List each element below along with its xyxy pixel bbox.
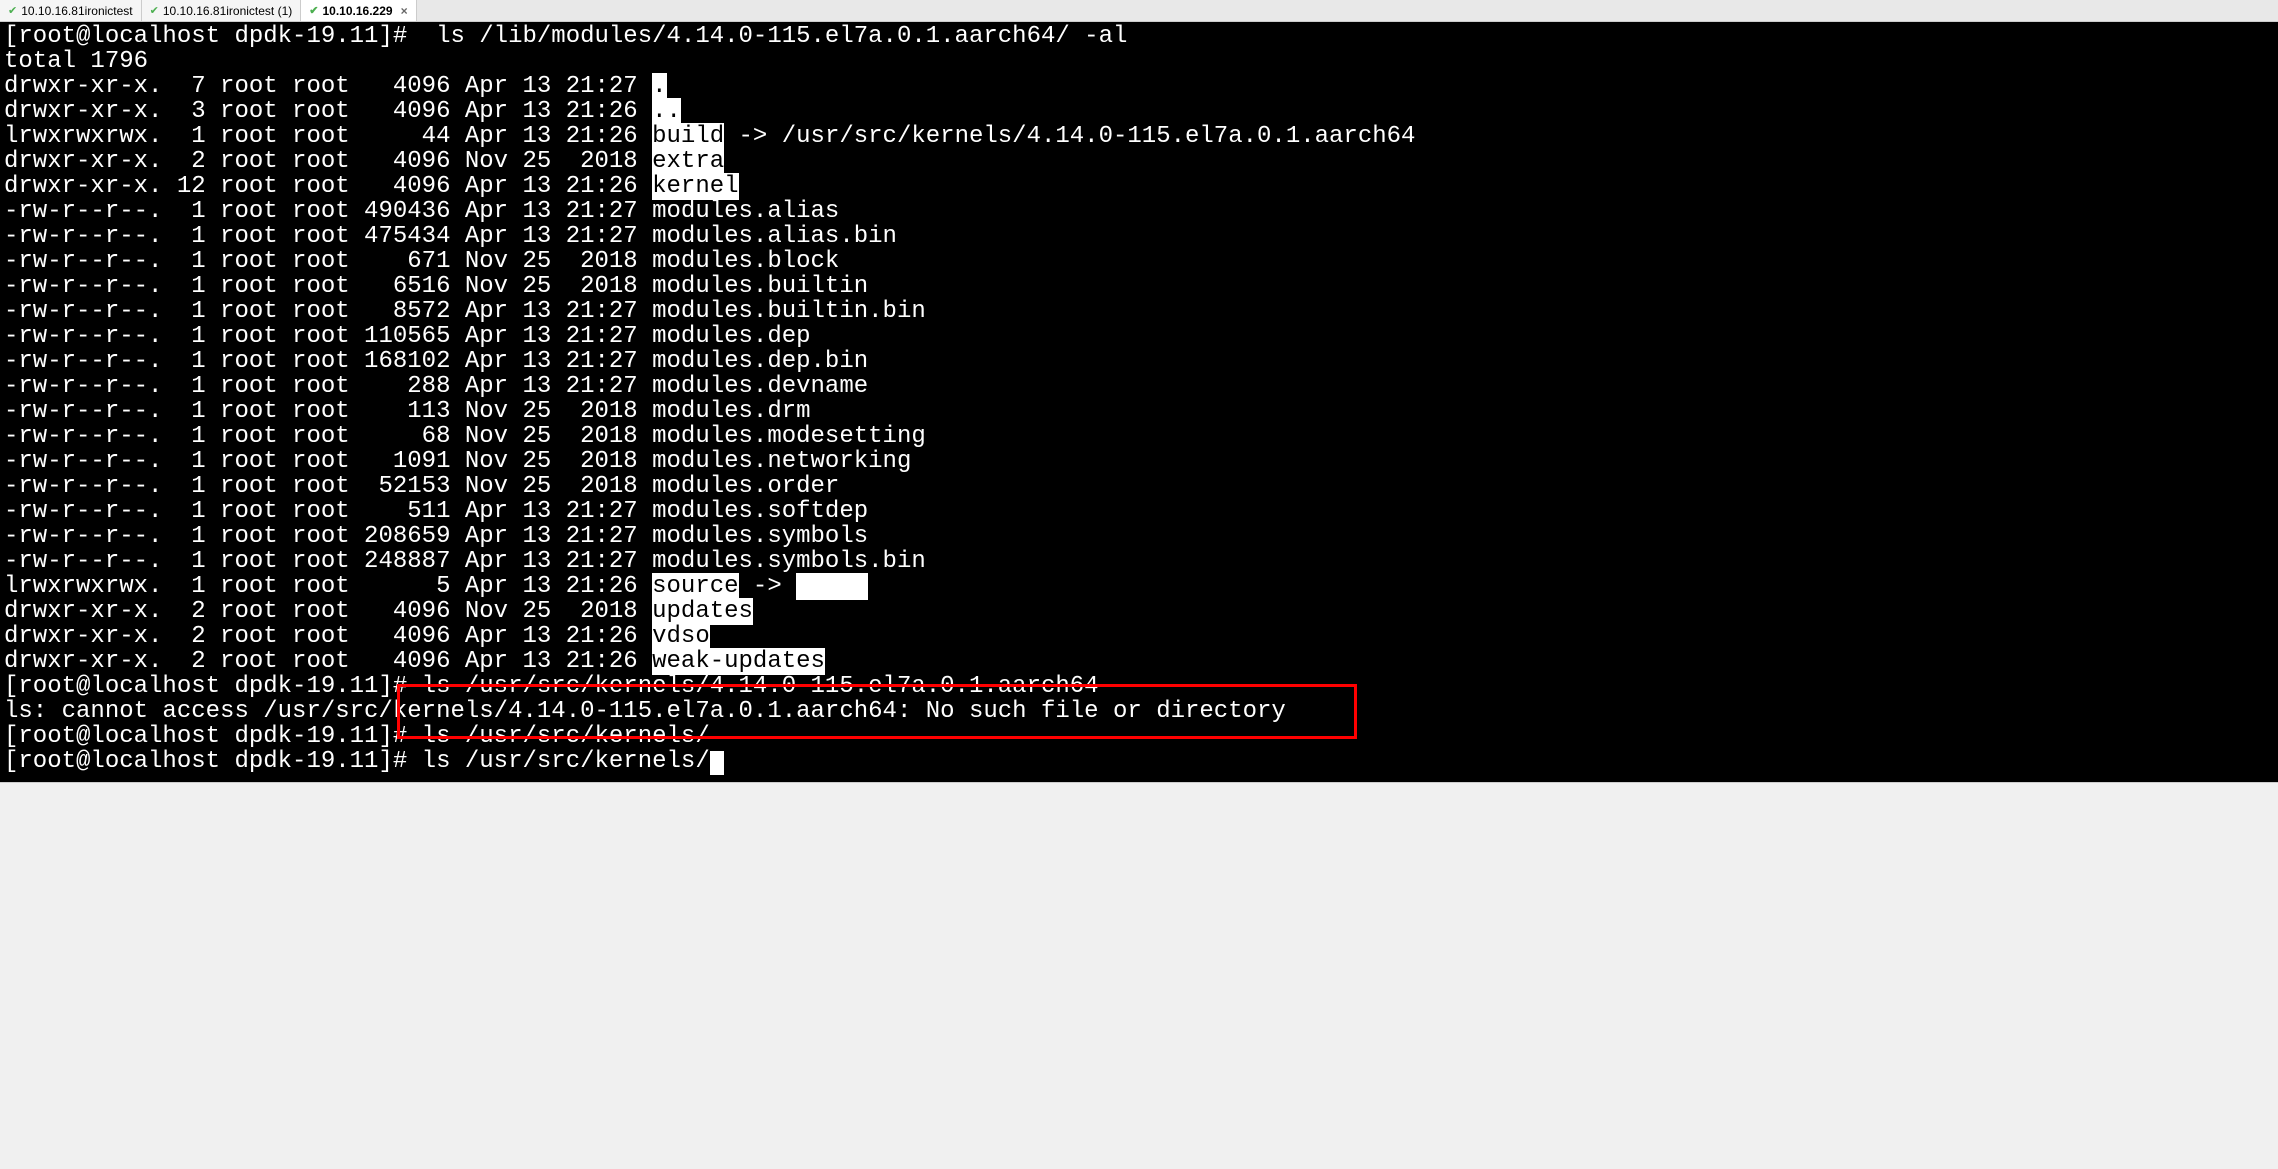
terminal-line: -rw-r--r--. 1 root root 208659 Apr 13 21… <box>4 524 2274 549</box>
terminal-line: drwxr-xr-x. 2 root root 4096 Apr 13 21:2… <box>4 624 2274 649</box>
tab-2[interactable]: ✔ 10.10.16.229 × <box>301 0 416 21</box>
terminal-line: -rw-r--r--. 1 root root 52153 Nov 25 201… <box>4 474 2274 499</box>
terminal-line: drwxr-xr-x. 2 root root 4096 Nov 25 2018… <box>4 599 2274 624</box>
terminal-output[interactable]: [root@localhost dpdk-19.11]# ls /lib/mod… <box>0 22 2278 782</box>
terminal-line: ls: cannot access /usr/src/kernels/4.14.… <box>4 699 2274 724</box>
tab-1[interactable]: ✔ 10.10.16.81ironictest (1) <box>142 0 302 21</box>
terminal-line: drwxr-xr-x. 7 root root 4096 Apr 13 21:2… <box>4 74 2274 99</box>
terminal-line: drwxr-xr-x. 12 root root 4096 Apr 13 21:… <box>4 174 2274 199</box>
terminal-line: -rw-r--r--. 1 root root 6516 Nov 25 2018… <box>4 274 2274 299</box>
terminal-line: -rw-r--r--. 1 root root 1091 Nov 25 2018… <box>4 449 2274 474</box>
tab-label: 10.10.16.81ironictest <box>21 4 132 18</box>
tab-label: 10.10.16.229 <box>323 4 393 18</box>
terminal-line: [root@localhost dpdk-19.11]# ls /usr/src… <box>4 749 2274 775</box>
close-icon[interactable]: × <box>401 4 408 18</box>
tab-0[interactable]: ✔ 10.10.16.81ironictest <box>0 0 142 21</box>
terminal-line: total 1796 <box>4 49 2274 74</box>
terminal-line: drwxr-xr-x. 2 root root 4096 Nov 25 2018… <box>4 149 2274 174</box>
cursor <box>710 751 724 775</box>
terminal-line: lrwxrwxrwx. 1 root root 44 Apr 13 21:26 … <box>4 124 2274 149</box>
terminal-line: [root@localhost dpdk-19.11]# ls /usr/src… <box>4 724 2274 749</box>
terminal-line: -rw-r--r--. 1 root root 168102 Apr 13 21… <box>4 349 2274 374</box>
terminal-line: -rw-r--r--. 1 root root 475434 Apr 13 21… <box>4 224 2274 249</box>
check-icon: ✔ <box>309 4 318 17</box>
terminal-line: -rw-r--r--. 1 root root 68 Nov 25 2018 m… <box>4 424 2274 449</box>
terminal-line: -rw-r--r--. 1 root root 248887 Apr 13 21… <box>4 549 2274 574</box>
terminal-line: -rw-r--r--. 1 root root 490436 Apr 13 21… <box>4 199 2274 224</box>
check-icon: ✔ <box>8 4 17 17</box>
terminal-line: -rw-r--r--. 1 root root 110565 Apr 13 21… <box>4 324 2274 349</box>
tab-label: 10.10.16.81ironictest (1) <box>163 4 292 18</box>
terminal-line: -rw-r--r--. 1 root root 8572 Apr 13 21:2… <box>4 299 2274 324</box>
status-bar <box>0 782 2278 787</box>
terminal-line: drwxr-xr-x. 3 root root 4096 Apr 13 21:2… <box>4 99 2274 124</box>
terminal-line: [root@localhost dpdk-19.11]# ls /usr/src… <box>4 674 2274 699</box>
terminal-line: lrwxrwxrwx. 1 root root 5 Apr 13 21:26 s… <box>4 574 2274 599</box>
check-icon: ✔ <box>150 4 159 17</box>
app-container: ✔ 10.10.16.81ironictest ✔ 10.10.16.81ironic… <box>0 0 2278 787</box>
tab-bar: ✔ 10.10.16.81ironictest ✔ 10.10.16.81ironic… <box>0 0 2278 22</box>
terminal-line: [root@localhost dpdk-19.11]# ls /lib/mod… <box>4 24 2274 49</box>
terminal-line: -rw-r--r--. 1 root root 511 Apr 13 21:27… <box>4 499 2274 524</box>
terminal-line: -rw-r--r--. 1 root root 288 Apr 13 21:27… <box>4 374 2274 399</box>
terminal-line: -rw-r--r--. 1 root root 113 Nov 25 2018 … <box>4 399 2274 424</box>
terminal-line: drwxr-xr-x. 2 root root 4096 Apr 13 21:2… <box>4 649 2274 674</box>
terminal-line: -rw-r--r--. 1 root root 671 Nov 25 2018 … <box>4 249 2274 274</box>
